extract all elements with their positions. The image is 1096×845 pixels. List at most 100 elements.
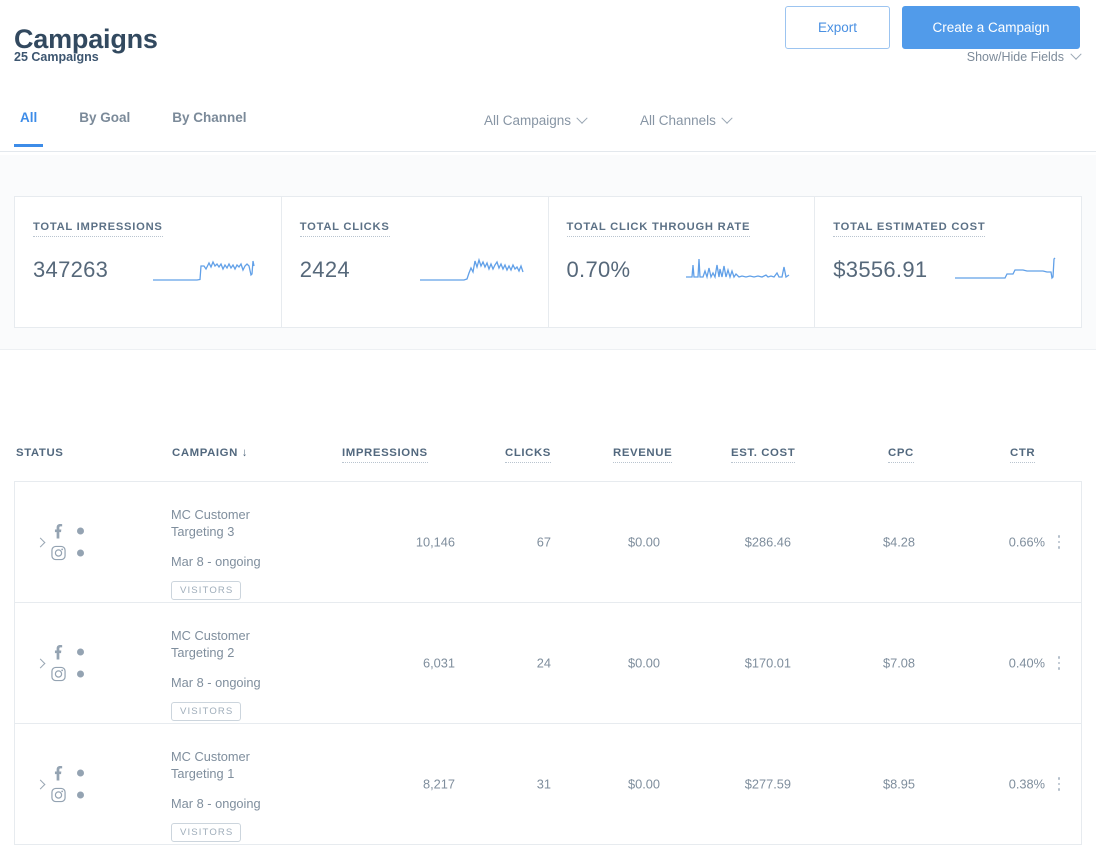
column-header-cpc[interactable]: CPC xyxy=(888,447,914,463)
clicks-sparkline xyxy=(419,253,530,287)
cell-est-cost: $170.01 xyxy=(744,655,791,671)
chevron-down-icon xyxy=(721,112,733,124)
ctr-sparkline xyxy=(686,253,796,287)
row-expand-toggle[interactable] xyxy=(33,653,47,673)
campaign-dates: Mar 8 - ongoing xyxy=(171,554,261,569)
chevron-right-icon xyxy=(35,779,45,789)
channel-instagram xyxy=(51,545,84,561)
kpi-label-total-click-through-rate: TOTAL CLICK THROUGH RATE xyxy=(566,221,751,237)
cell-impressions: 10,146 xyxy=(415,534,455,550)
cell-impressions: 6,031 xyxy=(422,655,455,671)
column-header-campaign-label: CAMPAIGN xyxy=(172,447,238,459)
table-row[interactable]: MC Customer Targeting 2 Mar 8 - ongoing … xyxy=(15,603,1081,724)
facebook-icon xyxy=(54,644,63,660)
kpi-label-total-impressions: TOTAL IMPRESSIONS xyxy=(33,221,163,237)
column-header-impressions[interactable]: IMPRESSIONS xyxy=(342,447,428,463)
channel-status-dot xyxy=(77,648,84,656)
column-header-campaign[interactable]: CAMPAIGN ↓ xyxy=(172,447,248,459)
cell-ctr: 0.66% xyxy=(1008,534,1045,550)
campaign-info: MC Customer Targeting 2 Mar 8 - ongoing … xyxy=(171,627,351,721)
chevron-right-icon xyxy=(35,658,45,668)
kpi-value-total-impressions: 347263 xyxy=(33,257,109,282)
instagram-icon xyxy=(51,666,66,682)
column-header-revenue[interactable]: REVENUE xyxy=(613,447,673,463)
kpi-card-total-impressions: TOTAL IMPRESSIONS 347263 xyxy=(15,197,282,327)
campaigns-page: Campaigns Export Create a Campaign All B… xyxy=(0,0,1096,845)
column-header-clicks[interactable]: CLICKS xyxy=(505,447,551,463)
channel-status-dot xyxy=(77,791,84,799)
show-hide-fields-button[interactable]: Show/Hide Fields xyxy=(966,48,1082,64)
sort-descending-icon: ↓ xyxy=(241,447,249,459)
cell-ctr: 0.40% xyxy=(1008,655,1045,671)
campaign-goal-badge: VISITORS xyxy=(171,581,242,600)
channel-facebook xyxy=(51,523,84,539)
cell-revenue: $0.00 xyxy=(627,776,660,792)
cell-cpc: $4.28 xyxy=(882,534,915,550)
export-button[interactable]: Export xyxy=(785,6,890,49)
cell-est-cost: $277.59 xyxy=(744,776,791,792)
all-campaigns-select[interactable]: All Campaigns xyxy=(484,112,588,128)
channel-facebook xyxy=(51,765,84,781)
kpi-card-total-estimated-cost: TOTAL ESTIMATED COST $3556.91 xyxy=(815,197,1081,327)
row-channel-status xyxy=(51,765,84,803)
facebook-icon xyxy=(54,523,63,539)
kpi-card-row: TOTAL IMPRESSIONS 347263 TOTAL CLICKS 24… xyxy=(14,196,1082,328)
all-channels-select[interactable]: All Channels xyxy=(640,112,733,128)
channel-status-dot xyxy=(77,549,84,557)
row-expand-toggle[interactable] xyxy=(33,532,47,552)
campaign-info: MC Customer Targeting 1 Mar 8 - ongoing … xyxy=(171,748,351,842)
chevron-right-icon xyxy=(35,537,45,547)
cell-impressions: 8,217 xyxy=(422,776,455,792)
kpi-label-total-clicks: TOTAL CLICKS xyxy=(299,221,390,237)
header-actions: Export Create a Campaign xyxy=(785,6,1080,49)
page-header: Campaigns Export Create a Campaign xyxy=(0,0,1096,98)
row-more-options-icon[interactable] xyxy=(1051,654,1067,672)
cell-cpc: $8.95 xyxy=(882,776,915,792)
campaign-dates: Mar 8 - ongoing xyxy=(171,796,261,811)
cell-clicks: 31 xyxy=(536,776,551,792)
column-header-est-cost[interactable]: EST. COST xyxy=(731,447,796,463)
table-column-headers: STATUS CAMPAIGN ↓ IMPRESSIONS CLICKS REV… xyxy=(0,440,1096,474)
tab-all[interactable]: All xyxy=(14,104,44,147)
campaigns-table: MC Customer Targeting 3 Mar 8 - ongoing … xyxy=(14,481,1082,845)
cell-est-cost: $286.46 xyxy=(744,534,791,550)
row-channel-status xyxy=(51,523,84,561)
kpi-card-total-click-through-rate: TOTAL CLICK THROUGH RATE 0.70% xyxy=(549,197,816,327)
table-row[interactable]: MC Customer Targeting 1 Mar 8 - ongoing … xyxy=(15,724,1081,845)
cell-clicks: 67 xyxy=(536,534,551,550)
cost-sparkline xyxy=(955,253,1063,287)
row-more-options-icon[interactable] xyxy=(1051,533,1067,551)
facebook-icon xyxy=(54,765,63,781)
kpi-band: TOTAL IMPRESSIONS 347263 TOTAL CLICKS 24… xyxy=(0,155,1096,350)
campaign-name[interactable]: MC Customer Targeting 1 xyxy=(171,748,281,782)
create-campaign-button[interactable]: Create a Campaign xyxy=(902,6,1080,49)
channel-status-dot xyxy=(77,527,84,535)
tab-by-goal[interactable]: By Goal xyxy=(73,104,136,141)
column-header-status[interactable]: STATUS xyxy=(16,447,63,459)
tabs-row: All By Goal By Channel All Campaigns All… xyxy=(0,98,1096,232)
kpi-value-total-click-through-rate: 0.70% xyxy=(566,257,631,282)
campaign-dates: Mar 8 - ongoing xyxy=(171,675,261,690)
show-hide-fields-label: Show/Hide Fields xyxy=(966,50,1064,64)
kpi-label-total-estimated-cost: TOTAL ESTIMATED COST xyxy=(833,221,986,237)
channel-instagram xyxy=(51,666,84,682)
chevron-down-icon xyxy=(1070,48,1082,60)
cell-revenue: $0.00 xyxy=(627,655,660,671)
kpi-value-total-estimated-cost: $3556.91 xyxy=(833,257,928,282)
tab-by-channel[interactable]: By Channel xyxy=(166,104,252,141)
campaign-goal-badge: VISITORS xyxy=(171,823,242,842)
campaign-name[interactable]: MC Customer Targeting 3 xyxy=(171,506,281,540)
row-expand-toggle[interactable] xyxy=(33,774,47,794)
channel-facebook xyxy=(51,644,84,660)
table-row[interactable]: MC Customer Targeting 3 Mar 8 - ongoing … xyxy=(15,482,1081,603)
row-more-options-icon[interactable] xyxy=(1051,775,1067,793)
channel-status-dot xyxy=(77,670,84,678)
campaign-name[interactable]: MC Customer Targeting 2 xyxy=(171,627,281,661)
impressions-sparkline xyxy=(152,253,263,287)
cell-revenue: $0.00 xyxy=(627,534,660,550)
cell-ctr: 0.38% xyxy=(1008,776,1045,792)
row-channel-status xyxy=(51,644,84,682)
instagram-icon xyxy=(51,787,66,803)
all-campaigns-label: All Campaigns xyxy=(484,113,572,128)
column-header-ctr[interactable]: CTR xyxy=(1010,447,1036,463)
